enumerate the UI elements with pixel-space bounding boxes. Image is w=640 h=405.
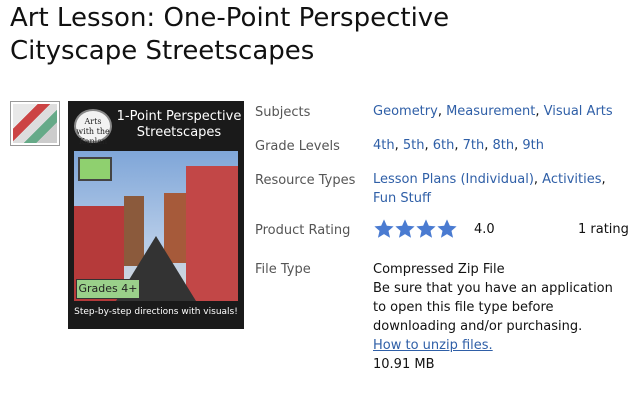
- subject-link-geometry[interactable]: Geometry: [373, 104, 438, 119]
- star-icon-2: [395, 219, 415, 238]
- grade-levels-value: 4th, 5th, 6th, 7th, 8th, 9th: [373, 138, 544, 153]
- page-title-line-1: Art Lesson: One-Point Perspective: [10, 3, 450, 33]
- thumbnail-image: [13, 104, 57, 143]
- star-icon-4: [437, 219, 457, 238]
- star-icon-1: [374, 219, 394, 238]
- cover-tagline: Step-by-step directions with visuals!: [74, 307, 238, 317]
- file-size: 10.91 MB: [373, 357, 435, 372]
- file-type-label: File Type: [255, 262, 311, 277]
- billboard-shape: [78, 157, 112, 181]
- grade-link-9[interactable]: 9th: [522, 138, 544, 153]
- unzip-help-link[interactable]: How to unzip files.: [373, 338, 493, 353]
- file-type-note-line-2: to open this file type before: [373, 300, 554, 315]
- subject-link-visual-arts[interactable]: Visual Arts: [544, 104, 613, 119]
- file-type-note-line-3: downloading and/or purchasing.: [373, 319, 583, 334]
- file-type-text: Compressed Zip File: [373, 262, 505, 277]
- rating-value: 4.0: [474, 222, 495, 237]
- brand-logo: Arts with the Kaplan: [74, 109, 112, 146]
- grade-link-8[interactable]: 8th: [493, 138, 515, 153]
- resource-types-value: Lesson Plans (Individual), Activities, Fu…: [373, 172, 606, 206]
- resource-link-fun-stuff[interactable]: Fun Stuff: [373, 191, 431, 206]
- page-title: Art Lesson: One-Point Perspective Citysc…: [10, 2, 630, 68]
- resource-types-label: Resource Types: [255, 173, 356, 188]
- subjects-value: Geometry, Measurement, Visual Arts: [373, 104, 613, 119]
- resource-link-activities[interactable]: Activities: [542, 172, 601, 187]
- subject-link-measurement[interactable]: Measurement: [446, 104, 535, 119]
- grade-link-6[interactable]: 6th: [433, 138, 455, 153]
- page-title-line-2: Cityscape Streetscapes: [10, 36, 315, 66]
- product-cover-image[interactable]: Arts with the Kaplan 1-Point Perspective…: [68, 101, 244, 329]
- grade-link-7[interactable]: 7th: [463, 138, 485, 153]
- grade-levels-label: Grade Levels: [255, 139, 340, 154]
- cover-grades-badge: Grades 4+: [76, 279, 140, 299]
- subjects-label: Subjects: [255, 105, 311, 120]
- rating-stars[interactable]: [373, 218, 457, 242]
- file-type-note-line-1: Be sure that you have an application: [373, 281, 613, 296]
- cover-title: 1-Point Perspective Streetscapes: [116, 109, 242, 140]
- star-icon-3: [416, 219, 436, 238]
- product-rating-label: Product Rating: [255, 223, 351, 238]
- grade-link-5[interactable]: 5th: [403, 138, 425, 153]
- rating-count: 1 rating: [578, 222, 629, 237]
- preview-thumbnail[interactable]: [10, 101, 60, 146]
- file-type-value: Compressed Zip File Be sure that you hav…: [373, 260, 635, 374]
- grade-link-4[interactable]: 4th: [373, 138, 395, 153]
- resource-link-lesson-plans[interactable]: Lesson Plans (Individual): [373, 172, 534, 187]
